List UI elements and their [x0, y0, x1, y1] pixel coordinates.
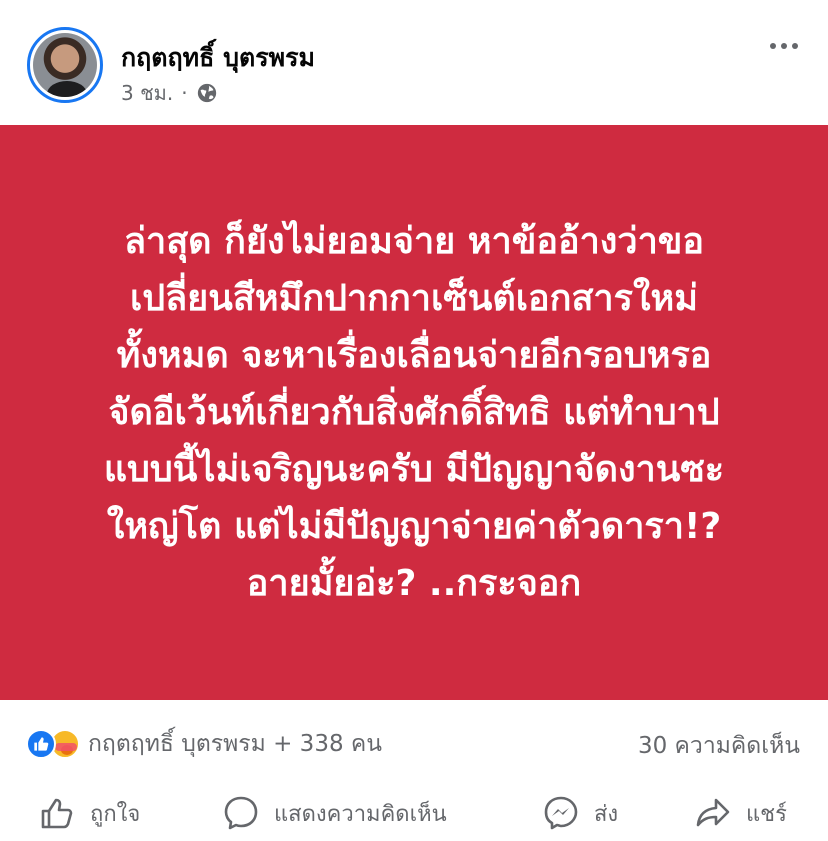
send-label: ส่ง — [594, 801, 619, 827]
share-arrow-icon — [696, 798, 730, 827]
thumbs-up-icon — [41, 798, 73, 829]
post-text-line: แบบนี้ไม่เจริญนะครับ มีปัญญาจัดงานซะ — [103, 449, 725, 490]
post-text-line: ล่าสุด ก็ยังไม่ยอมจ่าย หาข้ออ้างว่าขอ — [123, 221, 705, 262]
comments-count[interactable]: 30 ความคิดเห็น — [638, 728, 800, 764]
post-text-line: จัดอีเว้นท์เกี่ยวกับสิ่งศักดิ์สิทธิ แต่ท… — [108, 392, 720, 433]
like-label: ถูกใจ — [90, 801, 141, 827]
avatar-photo — [33, 33, 97, 97]
reactors-text[interactable]: กฤตฤทธิ์ บุตรพรม + 338 คน — [88, 726, 382, 762]
send-button[interactable]: ส่ง — [542, 794, 618, 832]
avatar[interactable] — [27, 27, 103, 103]
share-label: แชร์ — [746, 801, 787, 827]
comment-label: แสดงความคิดเห็น — [274, 801, 447, 827]
like-icon — [26, 729, 56, 759]
post-stats: กฤตฤทธิ์ บุตรพรม + 338 คน 30 ความคิดเห็น — [0, 700, 828, 780]
post-text-line: เปลี่ยนสีหมึกปากกาเซ็นต์เอกสารใหม่ — [129, 278, 699, 319]
comment-button[interactable]: แสดงความคิดเห็น — [222, 794, 447, 832]
author-name[interactable]: กฤตฤทธิ์ บุตรพรม — [121, 38, 315, 78]
share-button[interactable]: แชร์ — [694, 794, 787, 832]
post-meta: 3 ชม. · — [121, 77, 218, 109]
post-text-line: อายมั้ยอ่ะ? ..กระจอก — [246, 563, 582, 604]
post-time[interactable]: 3 ชม. — [121, 77, 173, 109]
reactions-summary[interactable]: กฤตฤทธิ์ บุตรพรม + 338 คน — [26, 726, 382, 762]
post-background: ล่าสุด ก็ยังไม่ยอมจ่าย หาข้ออ้างว่าขอ เป… — [0, 125, 828, 700]
messenger-icon — [544, 796, 578, 830]
post-actions: ถูกใจ แสดงความคิดเห็น ส่ง แชร์ — [0, 780, 828, 841]
meta-separator: · — [181, 81, 188, 105]
post-header: กฤตฤทธิ์ บุตรพรม 3 ชม. · — [0, 0, 828, 125]
post-text: ล่าสุด ก็ยังไม่ยอมจ่าย หาข้ออ้างว่าขอ เป… — [34, 213, 794, 612]
more-options-icon[interactable] — [768, 38, 800, 54]
like-button[interactable]: ถูกใจ — [38, 794, 140, 832]
post-text-line: ทั้งหมด จะหาเรื่องเลื่อนจ่ายอีกรอบหรอ — [116, 335, 712, 376]
comment-bubble-icon — [224, 796, 258, 830]
post-text-line: ใหญ่โต แต่ไม่มีปัญญาจ่ายค่าตัวดารา!? — [106, 506, 722, 547]
globe-icon[interactable] — [196, 82, 218, 104]
